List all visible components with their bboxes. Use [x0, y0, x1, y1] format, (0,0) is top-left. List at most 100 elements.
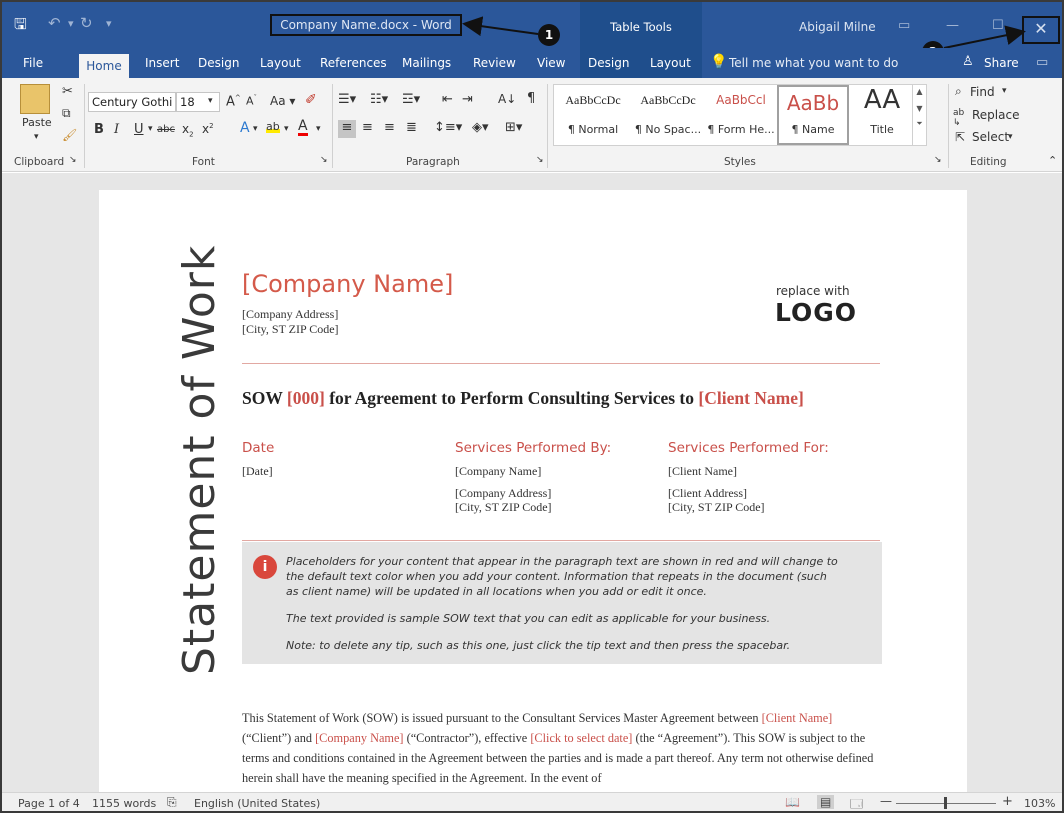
increase-indent-icon[interactable]: ⇥	[462, 92, 473, 107]
select-dropdown-icon[interactable]: ▾	[1008, 132, 1013, 142]
styles-scroll-up-icon[interactable]: ▲	[913, 87, 926, 96]
tip-box[interactable]: i Placeholders for your content that app…	[242, 542, 882, 664]
underline-dropdown-icon[interactable]: ▾	[148, 124, 153, 134]
grow-font-icon[interactable]: A^	[226, 94, 241, 109]
multilevel-list-icon[interactable]: ☲▾	[402, 92, 420, 107]
bold-icon[interactable]: B	[94, 122, 104, 137]
text-effects-dropdown-icon[interactable]: ▾	[253, 124, 258, 134]
document-page[interactable]: Statement of Work [Company Name] [Compan…	[99, 190, 967, 794]
tab-insert[interactable]: Insert	[145, 56, 179, 70]
replace-button[interactable]: Replace	[972, 108, 1019, 122]
tab-review[interactable]: Review	[473, 56, 516, 70]
shrink-font-icon[interactable]: Aˇ	[246, 94, 257, 108]
page-count[interactable]: Page 1 of 4	[18, 797, 80, 810]
tell-me-box[interactable]: Tell me what you want to do	[729, 56, 898, 70]
company-address[interactable]: [Company Address]	[242, 307, 338, 321]
tab-references[interactable]: References	[320, 56, 387, 70]
tab-table-design[interactable]: Design	[588, 56, 629, 70]
paste-button[interactable]: Paste	[22, 116, 52, 129]
by-company-city[interactable]: [City, ST ZIP Code]	[455, 500, 552, 514]
body-paragraph[interactable]: This Statement of Work (SOW) is issued p…	[242, 708, 882, 788]
paste-icon[interactable]	[20, 84, 50, 114]
style-no-spacing[interactable]: AaBbCcDc ¶ No Spac...	[630, 85, 706, 145]
subscript-icon[interactable]: x2	[182, 122, 194, 138]
tab-layout[interactable]: Layout	[260, 56, 301, 70]
zoom-out-icon[interactable]: —	[880, 794, 892, 808]
justify-icon[interactable]: ≣	[406, 120, 417, 135]
cut-icon[interactable]: ✂	[62, 84, 73, 99]
word-count[interactable]: 1155 words	[92, 797, 156, 810]
shading-icon[interactable]: ◈▾	[472, 120, 489, 135]
zoom-level[interactable]: 103%	[1024, 797, 1055, 810]
for-client-name[interactable]: [Client Name]	[668, 464, 737, 478]
styles-scroll-down-icon[interactable]: ▼	[913, 104, 926, 113]
comments-icon[interactable]: ▭	[1036, 55, 1048, 70]
text-effects-icon[interactable]: A	[240, 120, 250, 136]
style-title[interactable]: AA Title	[852, 85, 912, 145]
decrease-indent-icon[interactable]: ⇤	[442, 92, 453, 107]
company-name-heading[interactable]: [Company Name]	[242, 270, 453, 298]
replace-icon[interactable]: ab ↳	[953, 108, 964, 128]
read-mode-icon[interactable]: 📖	[785, 795, 800, 809]
align-center-icon[interactable]: ≡	[362, 120, 373, 135]
by-company-name[interactable]: [Company Name]	[455, 464, 541, 478]
logo-placeholder[interactable]: LOGO	[775, 298, 857, 327]
share-button[interactable]: Share	[984, 56, 1019, 70]
tab-home[interactable]: Home	[79, 54, 129, 80]
change-case-icon[interactable]: Aa ▾	[270, 94, 295, 108]
proofing-icon[interactable]: ⎘	[167, 795, 177, 810]
font-name-box[interactable]: Century Gothi	[88, 92, 176, 112]
tab-view[interactable]: View	[537, 56, 565, 70]
by-company-address[interactable]: [Company Address]	[455, 486, 551, 500]
font-color-dropdown-icon[interactable]: ▾	[316, 124, 321, 134]
for-client-city[interactable]: [City, ST ZIP Code]	[668, 500, 765, 514]
bullets-icon[interactable]: ☰▾	[338, 92, 356, 107]
web-layout-icon[interactable]: 🗔	[850, 795, 863, 811]
font-color-icon[interactable]: A	[298, 119, 308, 136]
style-form-heading[interactable]: AaBbCcl ¶ Form He...	[706, 85, 776, 145]
clear-formatting-icon[interactable]: ✐	[305, 92, 317, 108]
font-size-dropdown-icon[interactable]: ▾	[208, 96, 213, 106]
line-spacing-icon[interactable]: ↕≡▾	[434, 120, 462, 135]
paste-dropdown-icon[interactable]: ▾	[34, 132, 39, 142]
copy-icon[interactable]: ⧉	[62, 106, 71, 121]
sort-icon[interactable]: A↓	[498, 92, 516, 106]
tab-table-layout[interactable]: Layout	[650, 56, 691, 70]
company-city[interactable]: [City, ST ZIP Code]	[242, 322, 339, 336]
underline-icon[interactable]: U	[134, 122, 144, 137]
styles-launcher-icon[interactable]: ↘	[934, 155, 942, 165]
find-button[interactable]: Find	[970, 85, 995, 99]
font-launcher-icon[interactable]: ↘	[320, 155, 328, 165]
format-painter-icon[interactable]: 🖌	[62, 128, 77, 142]
tab-mailings[interactable]: Mailings	[402, 56, 451, 70]
highlight-icon[interactable]: ab	[266, 120, 280, 133]
font-size-box[interactable]: 18	[176, 92, 220, 112]
tab-design[interactable]: Design	[198, 56, 239, 70]
align-right-icon[interactable]: ≡	[384, 120, 395, 135]
sow-heading[interactable]: SOW [000] for Agreement to Perform Consu…	[242, 388, 804, 409]
find-icon[interactable]: ⌕	[955, 84, 962, 99]
style-name[interactable]: AaBb ¶ Name	[777, 85, 849, 145]
clipboard-launcher-icon[interactable]: ↘	[69, 155, 77, 165]
select-icon[interactable]: ⇱	[955, 130, 965, 144]
borders-icon[interactable]: ⊞▾	[505, 120, 522, 135]
zoom-slider-thumb[interactable]	[944, 797, 947, 809]
align-left-icon[interactable]: ≡	[338, 120, 356, 138]
date-value[interactable]: [Date]	[242, 464, 273, 478]
select-button[interactable]: Select	[972, 130, 1009, 144]
paragraph-launcher-icon[interactable]: ↘	[536, 155, 544, 165]
tab-file[interactable]: File	[23, 56, 43, 70]
italic-icon[interactable]: I	[114, 122, 119, 137]
zoom-in-icon[interactable]: +	[1002, 794, 1013, 809]
for-client-address[interactable]: [Client Address]	[668, 486, 747, 500]
style-normal[interactable]: AaBbCcDc ¶ Normal	[556, 85, 630, 145]
print-layout-icon[interactable]: ▤	[817, 795, 835, 809]
strikethrough-icon[interactable]: abc	[157, 124, 175, 135]
show-marks-icon[interactable]: ¶	[527, 91, 535, 106]
collapse-ribbon-icon[interactable]: ⌃	[1048, 154, 1057, 167]
find-dropdown-icon[interactable]: ▾	[1002, 86, 1007, 96]
language[interactable]: English (United States)	[194, 797, 320, 810]
styles-more-icon[interactable]: ⏷	[913, 119, 926, 129]
vertical-scrollbar[interactable]	[1045, 173, 1062, 792]
superscript-icon[interactable]: x2	[202, 122, 214, 136]
